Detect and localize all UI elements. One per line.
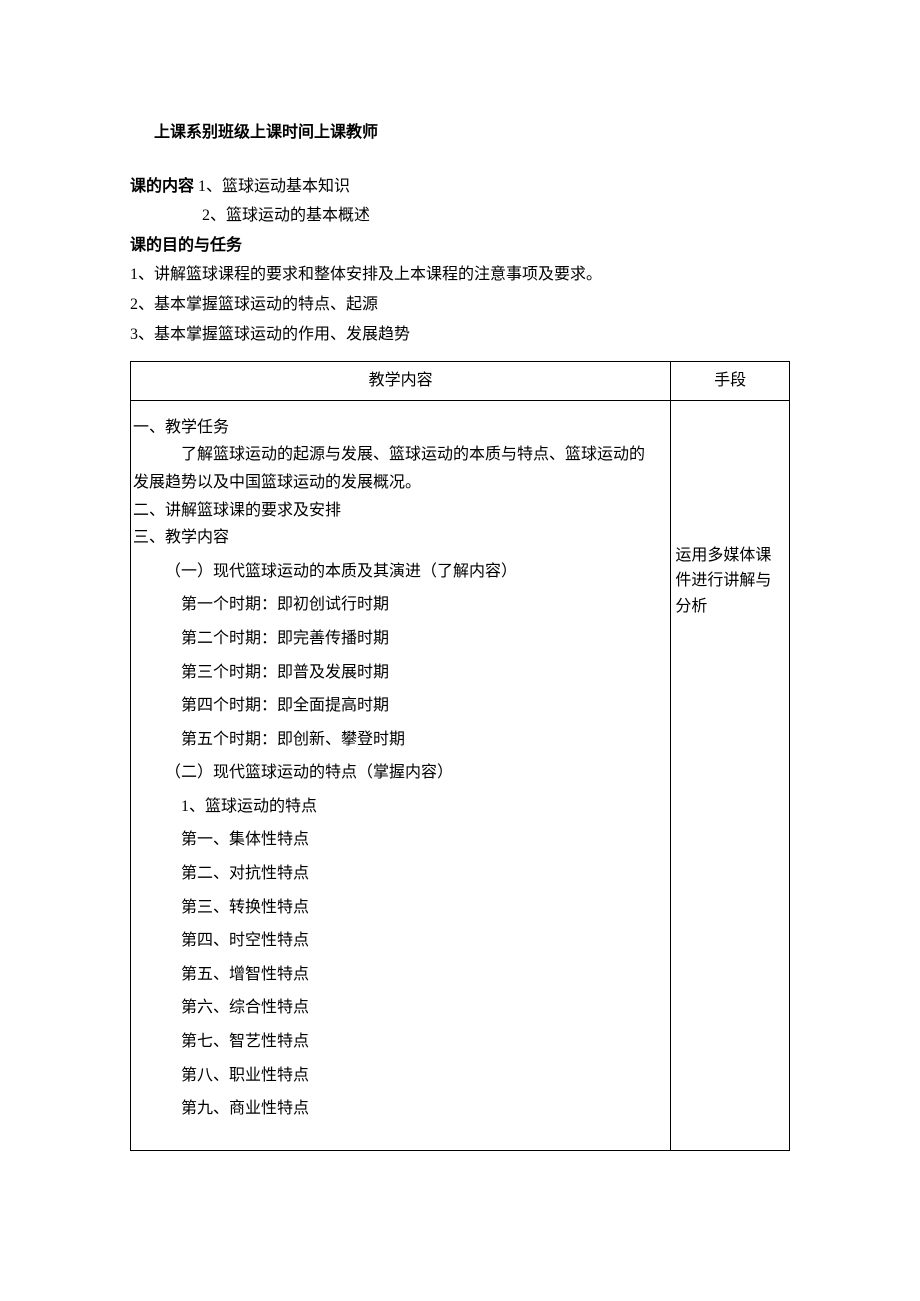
- table-header-content: 教学内容: [131, 362, 671, 401]
- feature-3: 第三、转换性特点: [133, 895, 668, 921]
- section-3: 三、教学内容: [133, 525, 668, 551]
- feature-6: 第六、综合性特点: [133, 995, 668, 1021]
- feature-7: 第七、智艺性特点: [133, 1029, 668, 1055]
- table-method-cell: 运用多媒体课件进行讲解与分析: [671, 400, 790, 1150]
- task-body-line1: 了解篮球运动的起源与发展、篮球运动的本质与特点、篮球运动的: [133, 442, 668, 468]
- sub2-title: （二）现代篮球运动的特点（掌握内容）: [133, 760, 668, 786]
- objective-label: 课的目的与任务: [130, 233, 790, 259]
- table-body-row: 一、教学任务 了解篮球运动的起源与发展、篮球运动的本质与特点、篮球运动的 发展趋…: [131, 400, 790, 1150]
- task-body-line2: 发展趋势以及中国篮球运动的发展概况。: [133, 470, 668, 496]
- feature-1: 第一、集体性特点: [133, 827, 668, 853]
- task-title: 一、教学任务: [133, 415, 668, 441]
- content-item-2: 2、篮球运动的基本概述: [130, 203, 790, 229]
- content-item-1: 1、篮球运动基本知识: [198, 178, 350, 195]
- period-4: 第四个时期：即全面提高时期: [133, 693, 668, 719]
- objective-2: 2、基本掌握篮球运动的特点、起源: [130, 292, 790, 318]
- table-content-cell: 一、教学任务 了解篮球运动的起源与发展、篮球运动的本质与特点、篮球运动的 发展趋…: [131, 400, 671, 1150]
- teaching-table: 教学内容 手段 一、教学任务 了解篮球运动的起源与发展、篮球运动的本质与特点、篮…: [130, 361, 790, 1151]
- sub1-title: （一）现代篮球运动的本质及其演进（了解内容）: [133, 559, 668, 585]
- header-line: 上课系别班级上课时间上课教师: [130, 120, 790, 146]
- content-label: 课的内容: [130, 178, 194, 195]
- objective-3: 3、基本掌握篮球运动的作用、发展趋势: [130, 322, 790, 348]
- table-header-method: 手段: [671, 362, 790, 401]
- feature-8: 第八、职业性特点: [133, 1063, 668, 1089]
- features-title: 1、篮球运动的特点: [133, 794, 668, 820]
- period-1: 第一个时期：即初创试行时期: [133, 592, 668, 618]
- feature-4: 第四、时空性特点: [133, 928, 668, 954]
- objective-1: 1、讲解篮球课程的要求和整体安排及上本课程的注意事项及要求。: [130, 262, 790, 288]
- feature-5: 第五、增智性特点: [133, 962, 668, 988]
- table-header-row: 教学内容 手段: [131, 362, 790, 401]
- period-3: 第三个时期：即普及发展时期: [133, 660, 668, 686]
- feature-9: 第九、商业性特点: [133, 1096, 668, 1122]
- section-2: 二、讲解篮球课的要求及安排: [133, 498, 668, 524]
- feature-2: 第二、对抗性特点: [133, 861, 668, 887]
- method-text: 运用多媒体课件进行讲解与分析: [675, 415, 785, 620]
- period-2: 第二个时期：即完善传播时期: [133, 626, 668, 652]
- content-row-1: 课的内容 1、篮球运动基本知识: [130, 174, 790, 200]
- period-5: 第五个时期：即创新、攀登时期: [133, 727, 668, 753]
